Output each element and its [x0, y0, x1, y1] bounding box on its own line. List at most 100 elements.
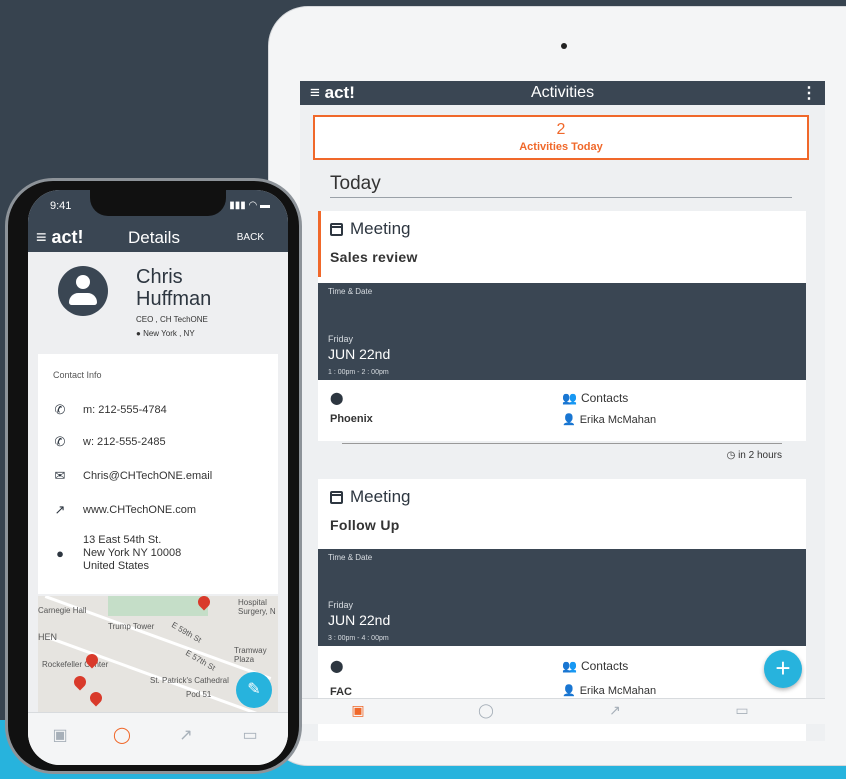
address-line: 13 East 54th St.: [83, 534, 162, 546]
tablet-bottom-nav: ▣ ◯ ↗ ▭: [300, 698, 825, 724]
email-row[interactable]: ✉ Chris@CHTechONE.email: [53, 468, 213, 484]
activity-type-label: Meeting: [350, 487, 411, 506]
phone-icon: ✆: [54, 402, 66, 417]
phone-icon: ✆: [54, 434, 66, 449]
map-label: St. Patrick's Cathedral: [150, 676, 229, 685]
work-number: w: 212-555-2485: [83, 436, 166, 448]
datetime-header: Time & Date: [328, 287, 373, 296]
activities-count-label: Activities Today: [519, 141, 603, 153]
tablet-camera: [561, 43, 567, 49]
activity-card[interactable]: Meeting Sales review Time & Date Friday …: [318, 211, 806, 461]
address-line: United States: [83, 560, 150, 572]
address-line: New York NY 10008: [83, 547, 182, 559]
map-label: Rockefeller Center: [42, 660, 109, 669]
activity-time: 3 : 00pm - 4 : 00pm: [328, 635, 389, 642]
activity-datetime: Time & Date Friday JUN 22nd 3 : 00pm - 4…: [318, 549, 806, 646]
money-icon[interactable]: ▭: [732, 702, 752, 722]
activity-date: JUN 22nd: [328, 612, 391, 628]
person-icon: 👤: [562, 685, 576, 697]
tablet-app-bar: ≡ act! Activities ⋮: [300, 81, 825, 105]
map-label: Tramway Plaza: [234, 646, 267, 664]
section-divider: [330, 197, 792, 198]
map-label: E 59th St: [169, 620, 203, 645]
activities-today-summary[interactable]: 2 Activities Today: [313, 115, 809, 160]
page-title: Details: [128, 228, 180, 247]
website-row[interactable]: ↗ www.CHTechONE.com: [53, 502, 197, 518]
activities-count: 2: [556, 121, 566, 138]
contact-name: Erika McMahan: [579, 684, 657, 697]
location-pin-icon: ⬤: [330, 391, 344, 405]
activity-due: ◷ in 2 hours: [727, 450, 782, 461]
back-button[interactable]: BACK: [237, 232, 264, 243]
contact-summary: Chris Huffman CEO , CH TechONE ● New Yor…: [28, 252, 288, 352]
location-pin-icon: ⬤: [330, 659, 344, 673]
calendar-icon[interactable]: ▣: [348, 702, 368, 722]
map-label: Carnegie Hall: [38, 606, 87, 615]
tablet-screen: ≡ act! Activities ⋮ 2 Activities Today T…: [300, 81, 825, 741]
envelope-icon: ✉: [54, 468, 66, 483]
tablet-device: ≡ act! Activities ⋮ 2 Activities Today T…: [268, 6, 846, 766]
activity-date: JUN 22nd: [328, 346, 391, 362]
activity-time: 1 : 00pm - 2 : 00pm: [328, 369, 389, 376]
contact-location: ● New York , NY: [136, 329, 195, 338]
status-icons: ▮▮▮ ◠ ▬: [229, 200, 270, 211]
person-icon: 👤: [562, 414, 576, 426]
address: 13 East 54th St. New York NY 10008 Unite…: [83, 534, 181, 573]
location-pin-icon: ●: [136, 329, 141, 338]
edit-contact-button[interactable]: ✎: [236, 672, 272, 708]
map-label: Hospital Surgery, N: [238, 598, 276, 616]
money-icon[interactable]: ▭: [240, 725, 260, 745]
work-phone-row[interactable]: ✆ w: 212-555-2485: [53, 434, 166, 450]
activity-contact[interactable]: 👤 Erika McMahan: [562, 684, 657, 698]
due-label: in 2 hours: [738, 450, 782, 461]
contact-info-label: Contact Info: [53, 370, 102, 380]
activity-day: Friday: [328, 334, 354, 344]
contact-icon[interactable]: ◯: [112, 725, 132, 745]
chart-icon[interactable]: ↗: [605, 702, 625, 722]
more-options-icon[interactable]: ⋮: [801, 83, 817, 103]
address-row[interactable]: ● 13 East 54th St. New York NY 10008 Uni…: [53, 534, 181, 573]
contact-icon[interactable]: ◯: [476, 702, 496, 722]
contacts-label: Contacts: [580, 659, 629, 673]
add-activity-button[interactable]: +: [764, 650, 802, 688]
email-address: Chris@CHTechONE.email: [83, 470, 213, 482]
activity-type-label: Meeting: [350, 219, 411, 238]
chart-icon[interactable]: ↗: [176, 725, 196, 745]
activity-contact[interactable]: 👤 Erika McMahan: [562, 413, 657, 427]
contacts-icon: 👥: [562, 391, 577, 405]
card-accent: [318, 211, 321, 277]
mobile-number: m: 212-555-4784: [83, 404, 167, 416]
menu-brand-button[interactable]: ≡ act!: [36, 227, 84, 248]
map-pin-icon[interactable]: [87, 689, 105, 707]
contact-job: CEO , CH TechONE: [136, 315, 208, 324]
map-label: Pod 51: [186, 690, 212, 699]
calendar-icon: [330, 490, 343, 504]
phone-notch: [90, 190, 226, 216]
phone-bottom-nav: ▣ ◯ ↗ ▭: [28, 712, 288, 765]
activity-type: Meeting: [330, 487, 410, 507]
map-label: HEN: [38, 632, 58, 642]
map-pin-icon[interactable]: [71, 673, 89, 691]
contact-last-name: Huffman: [136, 288, 212, 310]
mobile-phone-row[interactable]: ✆ m: 212-555-4784: [53, 402, 167, 418]
website-url: www.CHTechONE.com: [83, 504, 197, 516]
section-title: Today: [330, 173, 381, 194]
activity-datetime: Time & Date Friday JUN 22nd 1 : 00pm - 2…: [318, 283, 806, 380]
card-divider: [342, 443, 782, 444]
avatar: [58, 266, 108, 316]
contact-info-card: Contact Info ✆ m: 212-555-4784 ✆ w: 212-…: [38, 354, 278, 594]
status-time: 9:41: [50, 200, 72, 212]
calendar-icon[interactable]: ▣: [50, 725, 70, 745]
activity-day: Friday: [328, 600, 354, 610]
page-title: Activities: [530, 84, 595, 101]
activity-location: FAC: [330, 686, 352, 698]
calendar-icon: [330, 222, 343, 236]
phone-screen: 9:41 ▮▮▮ ◠ ▬ ≡ act! Details BACK Chris H…: [28, 190, 288, 765]
contacts-label: Contacts: [580, 391, 629, 405]
contact-name: Erika McMahan: [579, 413, 657, 426]
activity-location: Phoenix: [330, 413, 373, 425]
map-label: Trump Tower: [108, 622, 155, 631]
contact-detail-body: Chris Huffman CEO , CH TechONE ● New Yor…: [28, 252, 288, 712]
contacts-header: 👥 Contacts: [562, 659, 628, 673]
phone-header: 9:41 ▮▮▮ ◠ ▬ ≡ act! Details BACK: [28, 190, 288, 252]
